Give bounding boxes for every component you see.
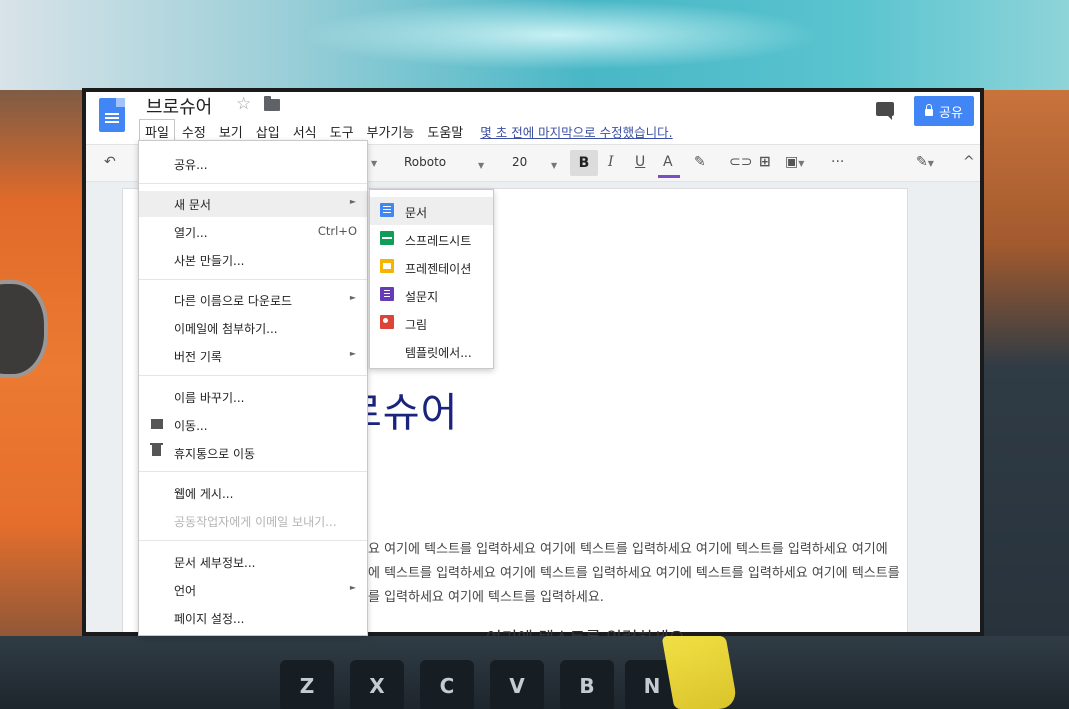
trash-icon xyxy=(150,443,163,456)
keyboard-key: Z xyxy=(280,660,334,709)
file-menu-dropdown: 공유... 새 문서 ► 열기... Ctrl+O 사본 만들기... 다른 이름으… xyxy=(138,140,368,636)
keyboard-key: X xyxy=(350,660,404,709)
highlight-icon[interactable]: ✎ xyxy=(694,154,706,170)
keyboard-key: V xyxy=(490,660,544,709)
menu-item-open[interactable]: 열기... Ctrl+O xyxy=(139,219,367,245)
drawings-icon xyxy=(380,315,394,329)
insert-image-icon[interactable]: ▣▼ xyxy=(785,154,804,170)
menu-item-move[interactable]: 이동... xyxy=(139,412,367,438)
menu-addons[interactable]: 부가기능 xyxy=(361,119,421,144)
font-dropdown[interactable]: Roboto xyxy=(404,155,446,169)
document-subheading[interactable]: 여기에 텍스트를 입력하세요 xyxy=(486,624,685,636)
size-chevron-icon[interactable]: ▼ xyxy=(551,156,557,172)
menu-item-share[interactable]: 공유... xyxy=(139,151,367,177)
keyboard-key: C xyxy=(420,660,474,709)
docs-logo-icon[interactable] xyxy=(99,98,125,132)
menu-help[interactable]: 도움말 xyxy=(421,119,469,144)
collapse-icon[interactable]: ^ xyxy=(963,154,975,170)
slides-icon xyxy=(380,259,394,273)
font-chevron-icon[interactable]: ▼ xyxy=(478,156,484,172)
menu-item-make-copy[interactable]: 사본 만들기... xyxy=(139,247,367,273)
underline-button[interactable]: U xyxy=(635,154,645,170)
italic-button[interactable]: I xyxy=(608,154,614,170)
menu-item-language[interactable]: 언어 ► xyxy=(139,577,367,603)
text-color-swatch xyxy=(658,175,680,178)
menu-item-version-history[interactable]: 버전 기록 ► xyxy=(139,343,367,369)
menu-item-email-attach[interactable]: 이메일에 첨부하기... xyxy=(139,315,367,341)
editing-mode-icon[interactable]: ✎▼ xyxy=(916,154,934,170)
text-color-button[interactable]: A xyxy=(663,154,673,170)
menu-item-rename[interactable]: 이름 바꾸기... xyxy=(139,384,367,410)
menu-item-download-as[interactable]: 다른 이름으로 다운로드 ► xyxy=(139,287,367,313)
sheets-icon xyxy=(380,231,394,245)
submenu-item-form[interactable]: 설문지 xyxy=(370,281,493,309)
body-text-line[interactable]: 에 텍스트를 입력하세요 여기에 텍스트를 입력하세요 여기에 텍스트를 입력하… xyxy=(368,562,900,581)
submenu-item-presentation[interactable]: 프레젠테이션 xyxy=(370,253,493,281)
lock-icon xyxy=(925,104,934,116)
keyboard-key: B xyxy=(560,660,614,709)
menu-item-email-collaborators: 공동작업자에게 이메일 보내기... xyxy=(174,515,337,529)
submenu-arrow-icon: ► xyxy=(349,349,356,358)
docs-header: 브로슈어 ☆ 파일 수정 보기 삽입 서식 도구 부가기능 도움말 몇 초 전에… xyxy=(86,92,980,146)
folder-icon xyxy=(151,419,163,429)
background-orange-object xyxy=(0,90,90,709)
submenu-item-spreadsheet[interactable]: 스프레드시트 xyxy=(370,225,493,253)
submenu-arrow-icon: ► xyxy=(349,293,356,302)
last-edit-link[interactable]: 몇 초 전에 마지막으로 수정했습니다. xyxy=(480,122,672,141)
new-document-submenu: 문서 스프레드시트 프레젠테이션 설문지 그림 템플릿에서... xyxy=(369,189,494,369)
forms-icon xyxy=(380,287,394,301)
menu-item-doc-details[interactable]: 문서 세부정보... xyxy=(139,549,367,575)
menu-item-move-to-trash[interactable]: 휴지통으로 이동 xyxy=(139,440,367,466)
bold-button[interactable]: B xyxy=(570,150,598,176)
document-title[interactable]: 브로슈어 xyxy=(146,93,212,119)
insert-comment-icon[interactable]: ⊞ xyxy=(759,154,771,170)
submenu-item-drawing[interactable]: 그림 xyxy=(370,309,493,337)
background-yellow-object xyxy=(661,636,739,709)
share-label: 공유 xyxy=(939,105,963,121)
undo-icon[interactable]: ↶ xyxy=(104,154,116,170)
submenu-arrow-icon: ► xyxy=(349,197,356,206)
menu-item-publish-web[interactable]: 웹에 게시... xyxy=(139,480,367,506)
submenu-arrow-icon: ► xyxy=(349,583,356,592)
folder-icon[interactable] xyxy=(264,96,280,111)
link-icon[interactable]: ⊂⊃ xyxy=(729,154,752,170)
more-icon[interactable]: ··· xyxy=(831,154,844,170)
body-text-line[interactable]: 요 여기에 텍스트를 입력하세요 여기에 텍스트를 입력하세요 여기에 텍스트를… xyxy=(368,538,888,557)
background-glow xyxy=(300,0,820,70)
docs-icon xyxy=(380,203,394,217)
comment-icon[interactable] xyxy=(876,102,894,120)
style-dropdown-chevron-icon[interactable]: ▼ xyxy=(371,154,377,170)
submenu-item-from-template[interactable]: 템플릿에서... xyxy=(370,337,493,365)
background-right-object xyxy=(984,90,1069,709)
submenu-item-document[interactable]: 문서 xyxy=(370,197,493,225)
menu-item-new-document[interactable]: 새 문서 ► xyxy=(139,191,367,217)
star-icon[interactable]: ☆ xyxy=(236,94,251,114)
font-size-dropdown[interactable]: 20 xyxy=(512,155,527,169)
share-button[interactable]: 공유 xyxy=(914,96,974,126)
body-text-line[interactable]: 를 입력하세요 여기에 텍스트를 입력하세요. xyxy=(368,586,604,605)
menu-item-page-setup[interactable]: 페이지 설정... xyxy=(139,605,367,631)
